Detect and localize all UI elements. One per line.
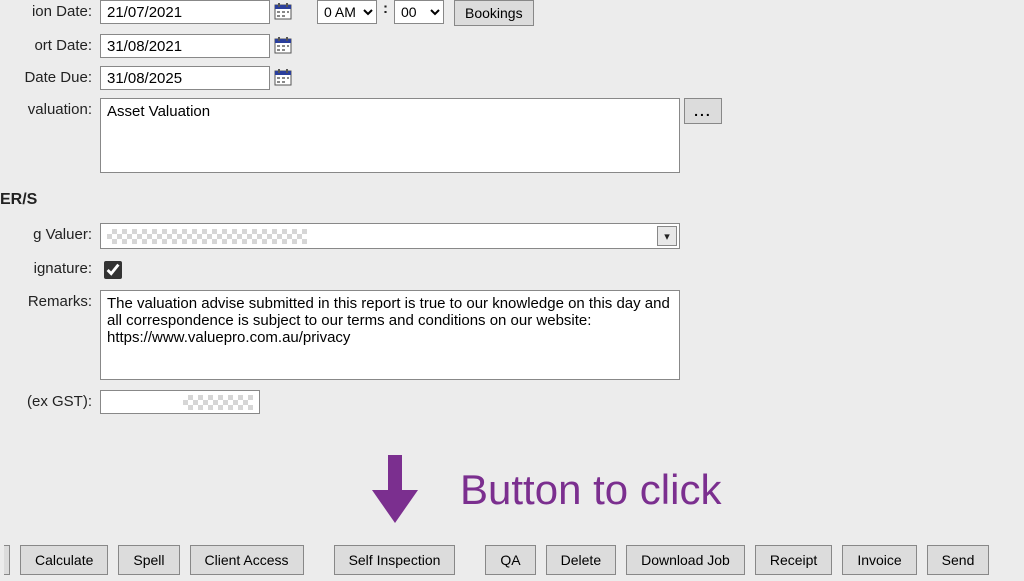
annotation-overlay: Button to click xyxy=(370,455,721,525)
send-button[interactable]: Send xyxy=(927,545,990,575)
receipt-button[interactable]: Receipt xyxy=(755,545,832,575)
gst-redacted-value xyxy=(183,395,253,410)
date-due-label: Date Due: xyxy=(0,66,100,86)
report-date-label: ort Date: xyxy=(0,34,100,54)
bottom-button-bar: Calculate Spell Client Access Self Inspe… xyxy=(0,545,989,575)
download-job-button[interactable]: Download Job xyxy=(626,545,745,575)
valuer-redacted-value xyxy=(107,229,307,244)
time-colon: : xyxy=(383,0,388,17)
signature-checkbox[interactable] xyxy=(104,261,122,279)
annotation-text: Button to click xyxy=(460,466,721,514)
inspection-date-input[interactable] xyxy=(100,0,270,24)
valuer-select[interactable]: ▾ xyxy=(100,223,680,249)
report-date-input[interactable] xyxy=(100,34,270,58)
inspection-date-label: ion Date: xyxy=(0,0,100,20)
gst-input[interactable] xyxy=(100,390,260,414)
valuation-lookup-button[interactable]: ... xyxy=(684,98,722,124)
spell-button[interactable]: Spell xyxy=(118,545,179,575)
valuation-textarea[interactable] xyxy=(100,98,680,173)
partial-leading-button[interactable] xyxy=(4,545,10,575)
calendar-icon xyxy=(274,36,292,54)
self-inspection-button[interactable]: Self Inspection xyxy=(334,545,456,575)
date-due-input[interactable] xyxy=(100,66,270,90)
invoice-button[interactable]: Invoice xyxy=(842,545,916,575)
date-due-calendar-button[interactable] xyxy=(273,66,293,88)
delete-button[interactable]: Delete xyxy=(546,545,616,575)
client-access-button[interactable]: Client Access xyxy=(190,545,304,575)
valuation-label: valuation: xyxy=(0,98,100,118)
inspection-date-calendar-button[interactable] xyxy=(273,0,293,22)
qa-button[interactable]: QA xyxy=(485,545,535,575)
time-ampm-select[interactable]: 0 AM xyxy=(317,0,377,24)
remarks-textarea[interactable] xyxy=(100,290,680,380)
valuer-label: g Valuer: xyxy=(0,223,100,243)
time-minutes-select[interactable]: 00 xyxy=(394,0,444,24)
signature-label: ignature: xyxy=(0,257,100,277)
calculate-button[interactable]: Calculate xyxy=(20,545,108,575)
remarks-label: Remarks: xyxy=(0,290,100,310)
calendar-icon xyxy=(274,68,292,86)
gst-label: (ex GST): xyxy=(0,390,100,410)
report-date-calendar-button[interactable] xyxy=(273,34,293,56)
valuers-section-heading: ER/S xyxy=(0,191,1024,209)
chevron-down-icon[interactable]: ▾ xyxy=(657,226,677,246)
arrow-down-icon xyxy=(370,455,420,525)
calendar-icon xyxy=(274,2,292,20)
bookings-button[interactable]: Bookings xyxy=(454,0,534,26)
